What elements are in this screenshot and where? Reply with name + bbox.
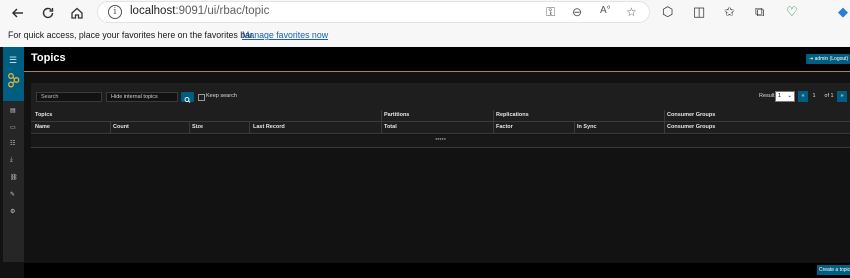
page-title: Topics [31,52,66,64]
divider [189,122,190,133]
manage-favorites-link[interactable]: Manage favorites now [242,30,328,40]
chevron-down-icon: ⌄ [787,93,792,99]
acls-icon[interactable]: ⛓ [10,174,18,181]
url-text[interactable]: localhost:9091/ui/rbac/topic [130,5,269,17]
group-header-replications: Replications [496,112,529,118]
group-header-topics: Topics [35,112,53,118]
column-header-name[interactable]: Name [35,122,50,133]
column-header-total[interactable]: Total [384,122,397,133]
copilot-icon[interactable]: ◆ [838,4,848,20]
extensions-icon[interactable]: ⬡ [662,4,673,20]
admin-label: admin (Logout) [814,56,849,62]
table-group-header-row: Topics Partitions Replications Consumer … [31,110,850,122]
address-bar[interactable]: i localhost:9091/ui/rbac/topic ⚿ ⊖ A° ☆ [97,1,650,23]
split-screen-icon[interactable]: ◫ [693,4,705,20]
keep-search-checkbox[interactable] [198,94,205,101]
nodes-icon[interactable]: ▤ [10,107,16,114]
column-header-size[interactable]: Size [192,122,203,133]
app-header [24,47,850,72]
consumer-icon[interactable]: ⤓ [10,157,13,164]
results-value: 1 [778,93,782,99]
settings-icon[interactable]: ⚙ [10,208,15,215]
collections-icon[interactable]: ⧉ [755,4,764,20]
back-arrow-icon[interactable] [9,4,27,22]
refresh-icon[interactable] [39,4,57,22]
favorites-bar: For quick access, place your favorites h… [0,28,850,44]
sidebar-brand: ☰ [3,47,24,101]
group-header-consumer-groups: Consumer Groups [667,112,716,118]
favorites-icon[interactable]: ✩ [724,4,735,20]
star-icon[interactable]: ☆ [626,5,637,19]
menu-icon[interactable]: ☰ [9,55,17,66]
zoom-icon[interactable]: ⊖ [572,5,582,19]
search-button[interactable] [181,92,194,103]
page-total: of 1 [824,93,834,99]
page-current[interactable]: 1 [808,91,820,102]
app-footer [24,263,850,278]
divider [381,122,382,133]
divider [249,122,250,133]
key-icon[interactable]: ⚿ [546,5,555,20]
search-input[interactable]: Search [36,92,102,102]
page-prev-button[interactable]: « [798,91,808,102]
divider [493,122,494,133]
divider [664,122,665,133]
divider [110,122,111,133]
sidebar: ☰ ▤ ▭ ☷ ⤓ ⛓ ✎ ⚙ [3,47,24,262]
home-icon[interactable] [68,4,86,22]
divider [381,110,382,121]
column-header-in-sync[interactable]: In Sync [577,122,597,133]
read-aloud-icon[interactable]: A° [600,5,611,16]
admin-logout-button[interactable]: ⇥ admin (Logout) [806,54,850,64]
results-per-page-select[interactable]: 1 ⌄ [775,91,795,102]
topics-icon[interactable]: ▭ [10,124,16,131]
favorites-hint: For quick access, place your favorites h… [8,30,255,40]
divider [664,110,665,121]
column-header-count[interactable]: Count [113,122,129,133]
column-header-factor[interactable]: Factor [496,122,513,133]
search-icon [184,97,191,103]
browser-essentials-icon[interactable]: ♡ [786,4,798,20]
browser-toolbar: i localhost:9091/ui/rbac/topic ⚿ ⊖ A° ☆ … [0,0,850,25]
page-next-button[interactable]: » [837,91,847,102]
group-header-partitions: Partitions [384,112,410,118]
info-icon[interactable]: i [108,5,122,19]
app-area [0,47,850,278]
create-topic-button[interactable]: Create a topic [817,265,850,275]
list-icon[interactable]: ☷ [10,140,15,147]
column-header-consumer-groups[interactable]: Consumer Groups [667,122,715,133]
table-column-header-row: Name Count Size Last Record Total Factor… [31,122,850,134]
empty-placeholder: ***** [435,138,446,144]
schema-icon[interactable]: ✎ [10,191,15,198]
keep-search-label: Keep search [206,93,237,99]
divider [574,122,575,133]
divider [493,110,494,121]
column-header-last-record[interactable]: Last Record [253,122,285,133]
topics-filter-select[interactable]: Hide internal topics [106,92,178,102]
table-row: ***** [31,135,850,148]
logout-icon: ⇥ [809,56,814,62]
logo-icon [8,73,20,88]
